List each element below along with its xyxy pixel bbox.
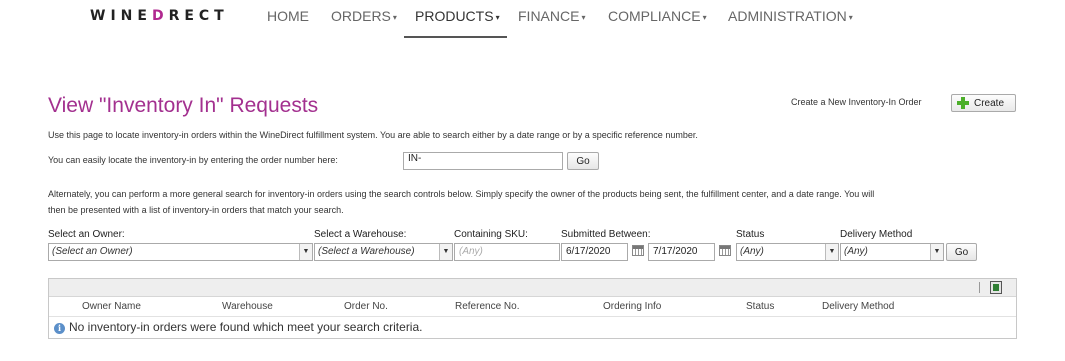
calendar-icon[interactable] (719, 245, 731, 256)
plus-icon (957, 97, 969, 109)
date-to-input[interactable]: 7/17/2020 (648, 243, 715, 261)
status-label: Status (736, 229, 765, 240)
column-header-delivery-method[interactable]: Delivery Method (822, 301, 894, 312)
nav-administration[interactable]: ADMINISTRATION ▾ (728, 8, 853, 24)
search-go-button[interactable]: Go (946, 243, 977, 261)
create-button[interactable]: Create (951, 94, 1016, 112)
dropdown-arrow-icon: ▼ (930, 244, 943, 260)
nav-home[interactable]: HOME (267, 8, 309, 24)
nav-compliance[interactable]: COMPLIANCE ▾ (608, 8, 707, 24)
info-icon: i (54, 323, 65, 334)
column-header-status[interactable]: Status (746, 301, 774, 312)
owner-select[interactable]: (Select an Owner) ▼ (48, 243, 313, 261)
chevron-down-icon: ▾ (848, 13, 853, 22)
grid-toolbar (49, 279, 1016, 297)
status-select[interactable]: (Any) ▼ (736, 243, 839, 261)
date-from-input[interactable]: 6/17/2020 (561, 243, 628, 261)
toolbar-separator (979, 282, 980, 293)
create-button-label: Create (974, 97, 1005, 109)
status-select-value: (Any) (740, 246, 764, 257)
delivery-method-select[interactable]: (Any) ▼ (840, 243, 944, 261)
delivery-method-label: Delivery Method (840, 229, 913, 240)
delivery-method-select-value: (Any) (844, 246, 868, 257)
column-header-warehouse[interactable]: Warehouse (222, 301, 273, 312)
nav-finance[interactable]: FINANCE ▾ (518, 8, 585, 24)
column-header-ordering-info[interactable]: Ordering Info (603, 301, 661, 312)
column-header-order-no[interactable]: Order No. (344, 301, 388, 312)
dropdown-arrow-icon: ▼ (825, 244, 838, 260)
owner-label: Select an Owner: (48, 229, 125, 240)
header-divider (49, 316, 1016, 317)
alternate-search-text: Alternately, you can perform a more gene… (48, 186, 1023, 218)
create-order-label: Create a New Inventory-In Order (791, 97, 922, 107)
nav-compliance-label: COMPLIANCE (608, 8, 701, 24)
alternate-search-text-line1: Alternately, you can perform a more gene… (48, 189, 875, 199)
nav-products-label: PRODUCTS (415, 8, 494, 24)
warehouse-label: Select a Warehouse: (314, 229, 407, 240)
column-header-owner-name[interactable]: Owner Name (82, 301, 141, 312)
reference-number-input[interactable]: IN- (403, 152, 563, 170)
dropdown-arrow-icon: ▼ (299, 244, 312, 260)
warehouse-select-value: (Select a Warehouse) (318, 246, 415, 257)
intro-text: Use this page to locate inventory-in ord… (48, 130, 698, 140)
alternate-search-text-line2: then be presented with a list of invento… (48, 205, 344, 215)
nav-administration-label: ADMINISTRATION (728, 8, 847, 24)
warehouse-select[interactable]: (Select a Warehouse) ▼ (314, 243, 453, 261)
sku-input[interactable]: (Any) (454, 243, 560, 261)
nav-finance-label: FINANCE (518, 8, 580, 24)
winedirect-logo[interactable]: WINEDRECT (90, 8, 229, 24)
chevron-down-icon: ▾ (581, 13, 586, 22)
sku-label: Containing SKU: (454, 229, 528, 240)
logo-text-rect: RECT (168, 8, 229, 24)
reference-prompt: You can easily locate the inventory-in b… (48, 155, 338, 165)
export-excel-icon[interactable] (990, 281, 1002, 294)
reference-go-button[interactable]: Go (567, 152, 599, 170)
active-tab-indicator (404, 36, 507, 38)
logo-mark: D (151, 8, 169, 24)
nav-orders-label: ORDERS (331, 8, 391, 24)
column-header-reference-no[interactable]: Reference No. (455, 301, 519, 312)
empty-results-message: No inventory-in orders were found which … (69, 320, 423, 334)
top-navigation: WINEDRECT HOME ORDERS ▾ PRODUCTS ▾ FINANCE… (0, 0, 1065, 38)
results-grid: Owner Name Warehouse Order No. Reference… (48, 278, 1017, 339)
page-title: View "Inventory In" Requests (48, 94, 319, 117)
nav-home-label: HOME (267, 8, 309, 24)
chevron-down-icon: ▾ (495, 13, 500, 22)
nav-orders[interactable]: ORDERS ▾ (331, 8, 397, 24)
nav-products[interactable]: PRODUCTS ▾ (415, 8, 500, 24)
chevron-down-icon: ▾ (392, 13, 397, 22)
calendar-icon[interactable] (632, 245, 644, 256)
owner-select-value: (Select an Owner) (52, 246, 133, 257)
logo-text-wine: WINE (90, 8, 152, 24)
dropdown-arrow-icon: ▼ (439, 244, 452, 260)
submitted-between-label: Submitted Between: (561, 229, 651, 240)
chevron-down-icon: ▾ (702, 13, 707, 22)
